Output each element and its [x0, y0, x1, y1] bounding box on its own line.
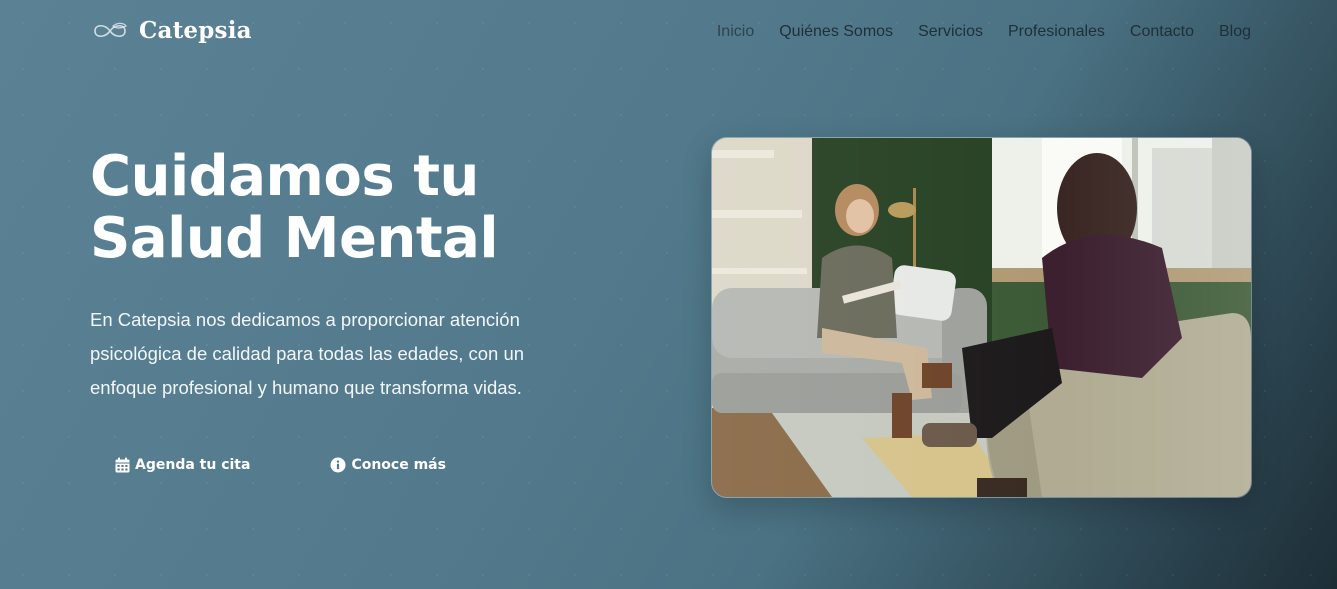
schedule-appointment-label: Agenda tu cita [135, 457, 251, 473]
learn-more-label: Conoce más [351, 457, 446, 473]
nav-item-servicios[interactable]: Servicios [918, 23, 983, 41]
nav-item-contacto[interactable]: Contacto [1130, 23, 1194, 41]
nav-item-profesionales[interactable]: Profesionales [1008, 23, 1105, 41]
info-circle-icon [330, 457, 346, 473]
nav-item-quienes-somos[interactable]: Quiénes Somos [779, 23, 893, 41]
main-nav: Inicio Quiénes Somos Servicios Profesion… [717, 23, 1251, 41]
cta-buttons: Agenda tu cita Conoce más [90, 449, 471, 481]
hero-title: Cuidamos tu Salud Mental [90, 144, 499, 271]
schedule-appointment-button[interactable]: Agenda tu cita [90, 449, 275, 481]
calendar-icon [115, 457, 130, 473]
hero-description: En Catepsia nos dedicamos a proporcionar… [90, 309, 525, 398]
brand-logo[interactable]: Catepsia [91, 17, 252, 44]
navbar: Catepsia Inicio Quiénes Somos Servicios … [0, 0, 1337, 66]
therapy-session-image [711, 137, 1252, 498]
brand-name: Catepsia [139, 17, 252, 44]
nav-item-inicio[interactable]: Inicio [717, 23, 754, 41]
infinity-leaf-logo-icon [91, 20, 129, 42]
nav-item-blog[interactable]: Blog [1219, 23, 1251, 41]
learn-more-button[interactable]: Conoce más [305, 449, 471, 481]
